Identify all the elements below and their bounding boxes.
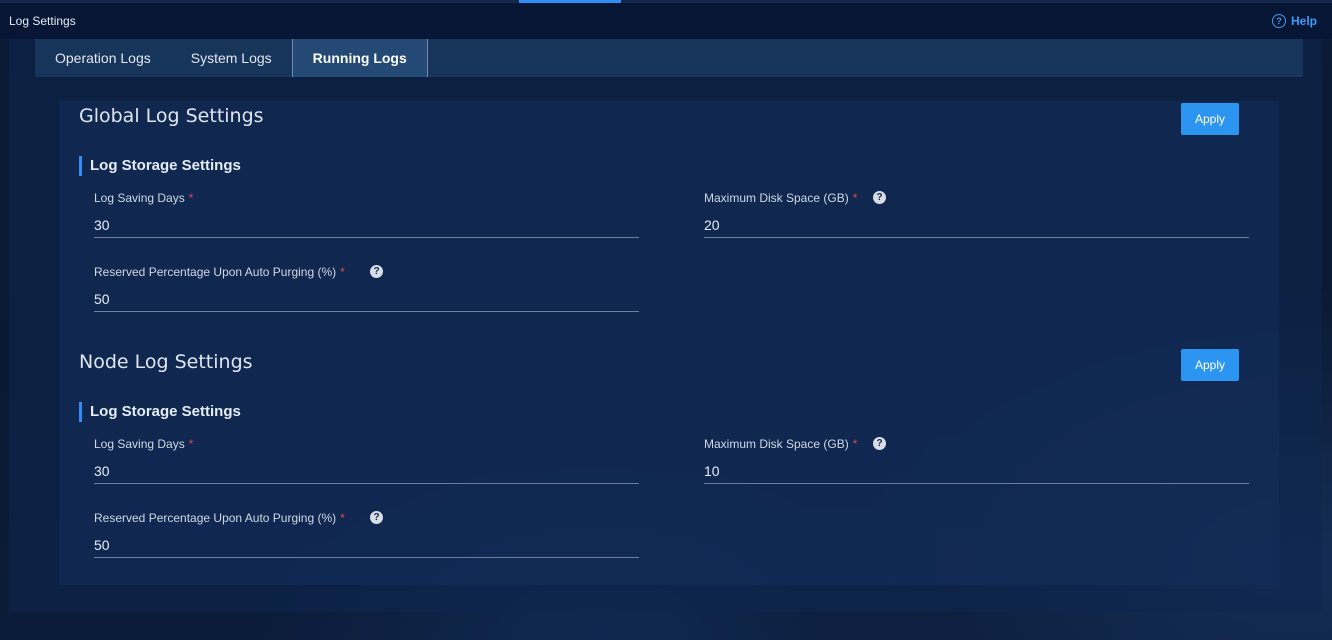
global-log-saving-days-field: Log Saving Days * bbox=[94, 190, 639, 238]
node-reserved-percentage-input[interactable] bbox=[94, 532, 639, 558]
global-reserved-percentage-label: Reserved Percentage Upon Auto Purging (%… bbox=[94, 265, 337, 279]
global-max-disk-space-field: Maximum Disk Space (GB) * ? bbox=[704, 190, 1249, 238]
tab-operation-logs[interactable]: Operation Logs bbox=[35, 39, 171, 77]
node-log-storage-settings-title: Log Storage Settings bbox=[79, 402, 241, 422]
question-icon[interactable]: ? bbox=[873, 437, 886, 450]
node-log-saving-days-field: Log Saving Days * bbox=[94, 436, 639, 484]
page-header: Log Settings ? Help bbox=[0, 3, 1332, 39]
required-marker: * bbox=[340, 511, 345, 525]
required-marker: * bbox=[852, 191, 858, 205]
global-log-storage-settings-title: Log Storage Settings bbox=[79, 156, 241, 176]
required-marker: * bbox=[188, 191, 194, 205]
global-max-disk-space-input[interactable] bbox=[704, 212, 1249, 238]
global-reserved-percentage-field: Reserved Percentage Upon Auto Purging (%… bbox=[94, 264, 639, 312]
required-marker: * bbox=[188, 437, 194, 451]
node-max-disk-space-label: Maximum Disk Space (GB) bbox=[704, 437, 849, 451]
node-max-disk-space-input[interactable] bbox=[704, 458, 1249, 484]
global-reserved-percentage-input[interactable] bbox=[94, 286, 639, 312]
node-log-saving-days-input[interactable] bbox=[94, 458, 639, 484]
node-reserved-percentage-field: Reserved Percentage Upon Auto Purging (%… bbox=[94, 510, 639, 558]
question-icon[interactable]: ? bbox=[370, 265, 383, 278]
node-log-settings-title: Node Log Settings bbox=[79, 351, 253, 373]
global-log-saving-days-input[interactable] bbox=[94, 212, 639, 238]
global-apply-button[interactable]: Apply bbox=[1181, 103, 1239, 135]
help-label: Help bbox=[1290, 14, 1317, 28]
node-reserved-percentage-label: Reserved Percentage Upon Auto Purging (%… bbox=[94, 511, 337, 525]
global-log-saving-days-label: Log Saving Days bbox=[94, 191, 185, 205]
required-marker: * bbox=[340, 265, 345, 279]
question-icon[interactable]: ? bbox=[370, 511, 383, 524]
node-max-disk-space-field: Maximum Disk Space (GB) * ? bbox=[704, 436, 1249, 484]
question-icon[interactable]: ? bbox=[873, 191, 886, 204]
node-apply-button[interactable]: Apply bbox=[1181, 349, 1239, 381]
tab-system-logs[interactable]: System Logs bbox=[171, 39, 292, 77]
page-title: Log Settings bbox=[9, 14, 76, 28]
node-log-saving-days-label: Log Saving Days bbox=[94, 437, 185, 451]
required-marker: * bbox=[852, 437, 858, 451]
tab-running-logs[interactable]: Running Logs bbox=[291, 39, 428, 77]
settings-panel: Global Log Settings Apply Log Storage Se… bbox=[59, 101, 1279, 585]
help-icon: ? bbox=[1271, 14, 1286, 28]
log-tabs: Operation Logs System Logs Running Logs bbox=[35, 39, 1303, 77]
global-max-disk-space-label: Maximum Disk Space (GB) bbox=[704, 191, 849, 205]
global-log-settings-title: Global Log Settings bbox=[79, 105, 264, 127]
help-link[interactable]: ? Help bbox=[1271, 14, 1317, 28]
